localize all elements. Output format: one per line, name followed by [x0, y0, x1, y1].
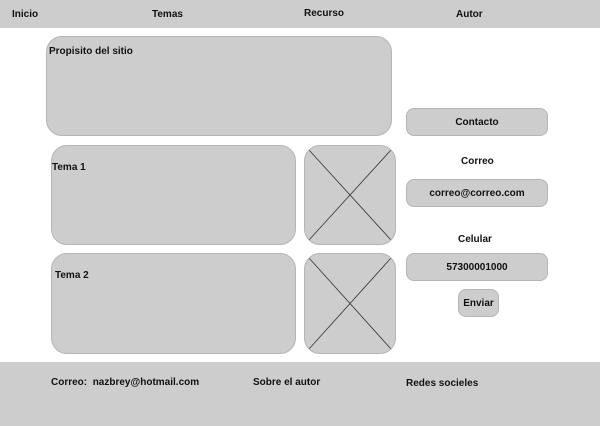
footer-link-about-author[interactable]: Sobre el autor	[253, 377, 320, 388]
nav-link-home[interactable]: Inicio	[12, 9, 38, 20]
topic-2-image-placeholder	[304, 253, 396, 354]
topic-2-label: Tema 2	[55, 270, 89, 281]
footer-email: Correo: nazbrey@hotmail.com	[51, 377, 199, 388]
site-purpose-label: Propisito del sitio	[49, 46, 133, 57]
topic-1-panel[interactable]: Tema 1	[51, 145, 296, 245]
image-placeholder-icon	[308, 149, 392, 241]
topic-2-panel[interactable]: Tema 2	[51, 253, 296, 354]
image-placeholder-icon	[308, 257, 392, 350]
topic-1-label: Tema 1	[52, 162, 86, 173]
footer-link-social[interactable]: Redes socieles	[406, 378, 478, 389]
nav-link-author[interactable]: Autor	[456, 9, 483, 20]
phone-label: Celular	[458, 234, 492, 245]
contact-header: Contacto	[406, 108, 548, 136]
nav-link-resource[interactable]: Recurso	[304, 8, 344, 19]
phone-field[interactable]: 57300001000	[406, 253, 548, 281]
footer: Correo: nazbrey@hotmail.com Sobre el aut…	[0, 362, 600, 426]
email-field[interactable]: correo@correo.com	[406, 179, 548, 207]
email-label: Correo	[461, 156, 494, 167]
footer-email-label: Correo:	[51, 377, 88, 388]
send-button[interactable]: Enviar	[458, 289, 499, 317]
footer-email-value[interactable]: nazbrey@hotmail.com	[93, 377, 199, 388]
site-purpose-panel: Propisito del sitio	[46, 36, 392, 136]
top-nav-bar: Inicio Temas Recurso Autor	[0, 0, 600, 28]
topic-1-image-placeholder	[304, 145, 396, 245]
nav-link-topics[interactable]: Temas	[152, 9, 183, 20]
